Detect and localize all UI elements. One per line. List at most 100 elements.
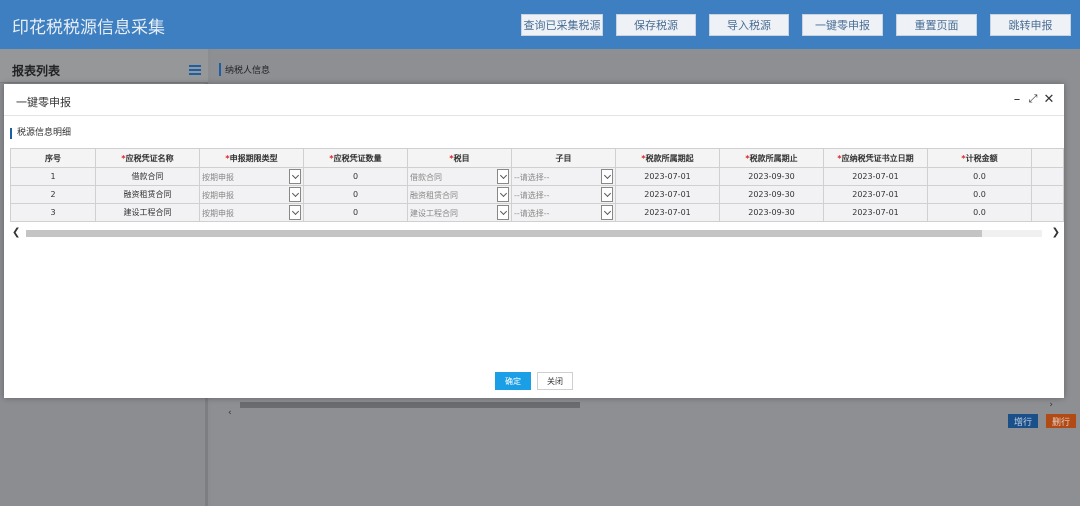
cell-sub[interactable]: --请选择-- (511, 185, 616, 204)
modal-title: 一键零申报 (16, 96, 71, 109)
select-item[interactable]: 借款合同 (409, 169, 511, 185)
maximize-icon[interactable]: ⤢ (1026, 92, 1040, 106)
column-header-label: 应纳税凭证书立日期 (841, 153, 914, 163)
query-collected-button[interactable]: 查询已采集税源 (521, 14, 603, 36)
cell-end: 2023-09-30 (719, 203, 824, 222)
import-source-button[interactable]: 导入税源 (709, 14, 789, 36)
select-value: 融资租赁合同 (410, 191, 458, 200)
select-sub[interactable]: --请选择-- (513, 169, 615, 185)
report-list-title: 报表列表 (12, 64, 61, 78)
chevron-down-icon[interactable] (497, 205, 509, 220)
column-header-label: 申报期限类型 (229, 153, 278, 163)
cell-item[interactable]: 借款合同 (407, 167, 512, 186)
select-period_type[interactable]: 按期申报 (201, 187, 303, 203)
goto-declare-button[interactable]: 跳转申报 (990, 14, 1071, 36)
column-header-label: 子目 (555, 153, 572, 163)
reset-page-button[interactable]: 重置页面 (896, 14, 977, 36)
column-header-label: 税目 (453, 153, 470, 163)
list-icon[interactable] (189, 65, 201, 75)
modal-horizontal-scrollbar[interactable]: ❮ ❯ (12, 227, 1060, 239)
tax-source-detail-title: 税源信息明细 (10, 128, 71, 139)
close-icon[interactable]: ✕ (1042, 92, 1056, 107)
scroll-thumb[interactable] (26, 230, 982, 237)
column-header-extra (1031, 148, 1064, 168)
confirm-button[interactable]: 确定 (495, 372, 531, 390)
select-value: 按期申报 (202, 209, 234, 218)
cell-amount: 0.0 (927, 167, 1032, 186)
cell-item[interactable]: 融资租赁合同 (407, 185, 512, 204)
select-period_type[interactable]: 按期申报 (201, 205, 303, 221)
cell-extra (1031, 167, 1064, 186)
app-title: 印花税税源信息采集 (12, 18, 165, 38)
table-body: 1 借款合同 按期申报 0 借款合同 --请选择-- 2023-07-01 2023-09-3… (10, 167, 1064, 222)
cell-period_type[interactable]: 按期申报 (199, 185, 304, 204)
select-item[interactable]: 建设工程合同 (409, 205, 511, 221)
select-item[interactable]: 融资租赁合同 (409, 187, 511, 203)
chevron-down-icon[interactable] (289, 205, 301, 220)
table-row: 1 借款合同 按期申报 0 借款合同 --请选择-- 2023-07-01 2023-09-3… (10, 167, 1064, 186)
taxpayer-info-title: 纳税人信息 (219, 63, 270, 76)
scroll-right-icon[interactable]: ❯ (1052, 227, 1060, 238)
column-header: *应纳税凭证书立日期 (823, 148, 928, 168)
delete-row-button[interactable]: 删行 (1046, 414, 1076, 428)
cell-name: 融资租赁合同 (95, 185, 200, 204)
select-period_type[interactable]: 按期申报 (201, 169, 303, 185)
cell-qty: 0 (303, 167, 408, 186)
zero-declare-modal: 一键零申报 – ⤢ ✕ 税源信息明细 序号 *应税凭证名称 *申报期限类型 *应税凭证… (4, 84, 1064, 398)
cell-end: 2023-09-30 (719, 167, 824, 186)
chevron-down-icon[interactable] (601, 169, 613, 184)
cell-sub[interactable]: --请选择-- (511, 203, 616, 222)
cell-qty: 0 (303, 185, 408, 204)
chevron-down-icon[interactable] (497, 187, 509, 202)
tax-source-table: 序号 *应税凭证名称 *申报期限类型 *应税凭证数量 *税目 子目 *税款所属期起 *税款所属… (10, 148, 1064, 222)
column-header: *应税凭证名称 (95, 148, 200, 168)
select-value: --请选择-- (514, 173, 550, 182)
cell-qty: 0 (303, 203, 408, 222)
cell-name: 借款合同 (95, 167, 200, 186)
cell-date: 2023-07-01 (823, 167, 928, 186)
cell-amount: 0.0 (927, 185, 1032, 204)
cell-no: 3 (10, 203, 96, 222)
scroll-track[interactable] (26, 230, 1042, 237)
cell-no: 2 (10, 185, 96, 204)
cell-extra (1031, 203, 1064, 222)
scroll-left-icon[interactable]: ❮ (12, 227, 20, 238)
cell-no: 1 (10, 167, 96, 186)
column-header-label: 计税金额 (965, 153, 998, 163)
column-header-label: 序号 (45, 153, 61, 163)
cell-period_type[interactable]: 按期申报 (199, 203, 304, 222)
cell-period_type[interactable]: 按期申报 (199, 167, 304, 186)
table-row: 2 融资租赁合同 按期申报 0 融资租赁合同 --请选择-- 2023-07-01 2023-… (10, 185, 1064, 204)
cell-date: 2023-07-01 (823, 185, 928, 204)
chevron-down-icon[interactable] (289, 187, 301, 202)
add-row-button[interactable]: 增行 (1008, 414, 1038, 428)
table-row: 3 建设工程合同 按期申报 0 建设工程合同 --请选择-- 2023-07-01 2023-… (10, 203, 1064, 222)
select-sub[interactable]: --请选择-- (513, 187, 615, 203)
chevron-down-icon[interactable] (601, 187, 613, 202)
column-header-label: 应税凭证名称 (125, 153, 174, 163)
save-source-button[interactable]: 保存税源 (616, 14, 696, 36)
select-value: --请选择-- (514, 191, 550, 200)
column-header: *税目 (407, 148, 512, 168)
modal-header: 一键零申报 – ⤢ ✕ (4, 84, 1064, 116)
chevron-down-icon[interactable] (289, 169, 301, 184)
column-header: *税款所属期起 (615, 148, 720, 168)
cell-amount: 0.0 (927, 203, 1032, 222)
cell-sub[interactable]: --请选择-- (511, 167, 616, 186)
zero-declare-button[interactable]: 一键零申报 (802, 14, 883, 36)
minimize-icon[interactable]: – (1010, 92, 1024, 107)
column-header: *税款所属期止 (719, 148, 824, 168)
cell-start: 2023-07-01 (615, 167, 720, 186)
chevron-down-icon[interactable] (497, 169, 509, 184)
column-header-label: 税款所属期止 (749, 153, 798, 163)
select-value: 按期申报 (202, 173, 234, 182)
close-button[interactable]: 关闭 (537, 372, 573, 390)
select-value: 借款合同 (410, 173, 442, 182)
column-header: 序号 (10, 148, 96, 168)
background-scrollbar[interactable]: ‹ › (228, 400, 1053, 418)
select-sub[interactable]: --请选择-- (513, 205, 615, 221)
cell-start: 2023-07-01 (615, 203, 720, 222)
cell-date: 2023-07-01 (823, 203, 928, 222)
chevron-down-icon[interactable] (601, 205, 613, 220)
cell-item[interactable]: 建设工程合同 (407, 203, 512, 222)
